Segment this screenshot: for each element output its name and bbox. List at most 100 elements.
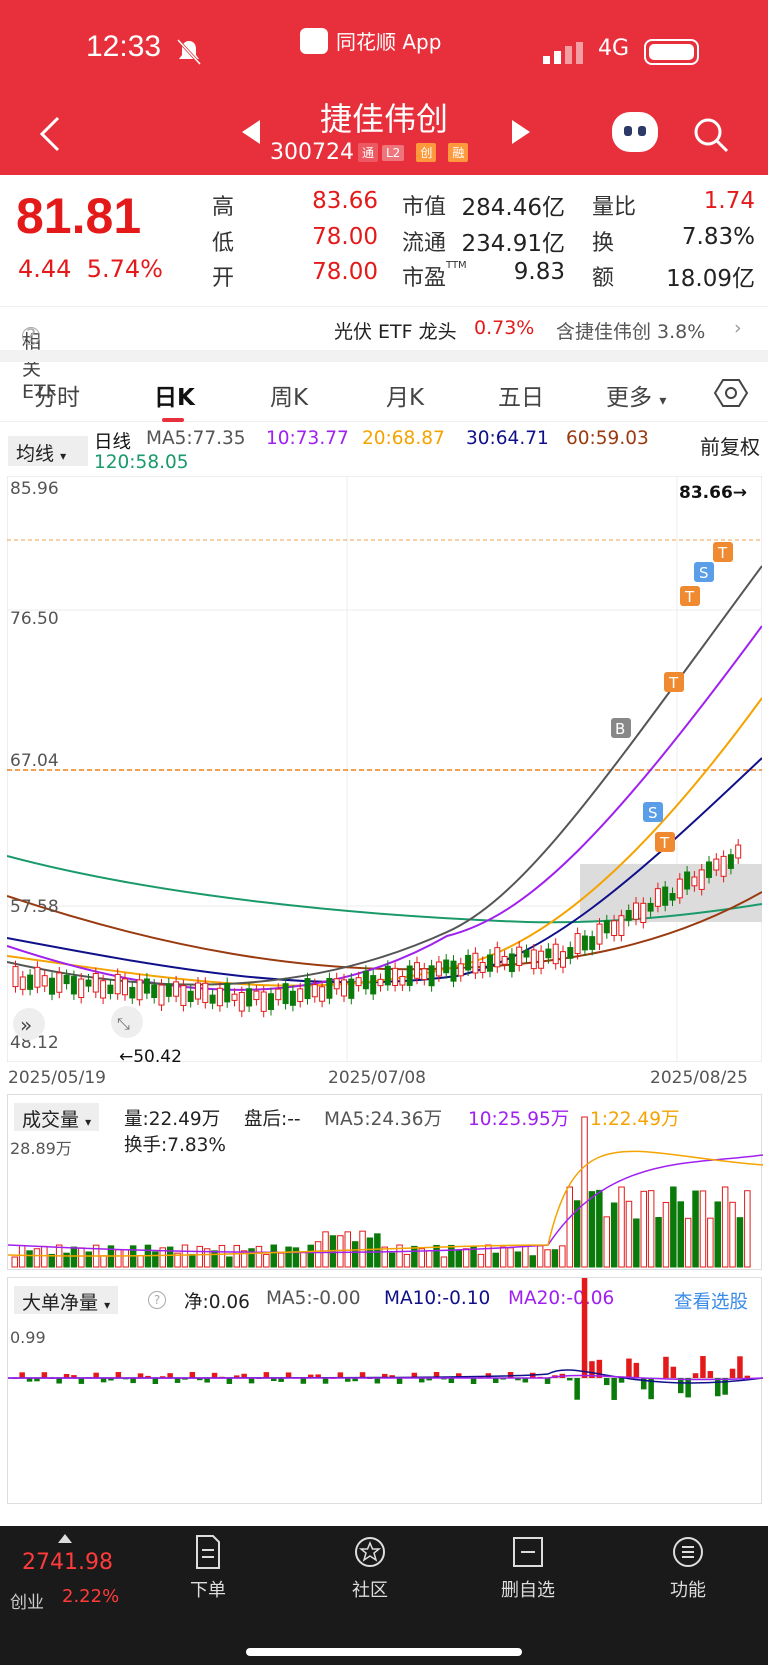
candle: [304, 978, 311, 1000]
volume-bar: [744, 1190, 751, 1268]
candle: [27, 974, 34, 990]
flow-bar: [544, 1378, 551, 1384]
tab-intraday[interactable]: 分时: [34, 378, 80, 412]
remove-watchlist-icon: [513, 1537, 543, 1567]
flow-bar: [93, 1372, 99, 1378]
volume-bar: [640, 1190, 647, 1268]
flow-bar: [300, 1378, 307, 1384]
settings-hexagon-icon[interactable]: [714, 378, 748, 408]
big-order-panel[interactable]: 大单净量 ▾ ? 净:0.06 MA5:-0.00 MA10:-0.10 MA2…: [7, 1277, 763, 1504]
candle: [231, 993, 238, 1001]
flow-bar: [19, 1372, 25, 1378]
next-stock-button[interactable]: [512, 120, 530, 144]
etf-name: 光伏 ETF 龙头: [334, 321, 457, 343]
candle: [640, 902, 647, 923]
candle: [289, 990, 296, 1006]
volume-bar: [522, 1244, 529, 1268]
volume-bar: [499, 1246, 507, 1268]
index-up-icon: [58, 1534, 72, 1543]
candle: [78, 978, 85, 998]
volume-bar: [618, 1186, 625, 1268]
nav-community[interactable]: 社区: [320, 1534, 420, 1602]
volume-bar: [581, 1116, 588, 1268]
svg-text:T: T: [659, 834, 670, 852]
tab-weekly-k[interactable]: 周K: [270, 378, 308, 412]
date-start: 2025/05/19: [8, 1068, 106, 1088]
candle: [377, 978, 384, 987]
volume-bar: [462, 1248, 470, 1268]
volume-bar: [544, 1249, 551, 1268]
assistant-robot-icon[interactable]: [612, 112, 658, 152]
candle: [136, 979, 143, 1001]
volume-bar: [670, 1186, 677, 1268]
candle: [443, 959, 450, 974]
candle: [129, 987, 136, 999]
amount-label: 额: [592, 266, 615, 291]
nav-remove-watchlist[interactable]: 删自选: [478, 1534, 578, 1602]
app-logo-icon: [300, 27, 328, 54]
tab-monthly-k[interactable]: 月K: [386, 378, 424, 412]
help-icon: ?: [22, 327, 40, 346]
flow-bar: [152, 1378, 159, 1384]
candle: [603, 920, 610, 934]
search-icon[interactable]: [692, 116, 730, 154]
battery-icon: [644, 39, 699, 65]
candle: [567, 947, 574, 959]
volume-bar: [285, 1246, 292, 1268]
nav-order[interactable]: 下单: [158, 1534, 258, 1602]
related-etf-row[interactable]: 相关 ETF ? 光伏 ETF 龙头 0.73% 含捷佳伟创 3.8% ›: [0, 306, 768, 403]
candle: [545, 948, 552, 959]
volume-bar: [26, 1250, 33, 1268]
candle: [523, 950, 530, 958]
svg-text:»: »: [20, 1013, 32, 1037]
flow-bar: [567, 1378, 573, 1381]
kline-chart[interactable]: 85.96 76.50 67.04 57.58 48.12 83.66→ ←50…: [7, 476, 762, 1062]
flow-bar: [715, 1378, 721, 1397]
nav-functions[interactable]: 功能: [638, 1534, 738, 1602]
float-value: 234.91亿: [461, 231, 565, 257]
candle: [560, 951, 566, 968]
volume-panel[interactable]: 成交量 ▾ 量:22.49万 盘后:-- MA5:24.36万 10:25.95…: [7, 1094, 763, 1270]
candle: [633, 902, 639, 920]
candle: [706, 861, 712, 878]
volume-bar: [655, 1216, 662, 1268]
flow-bar: [574, 1378, 580, 1400]
order-icon: [196, 1535, 220, 1569]
tab-more[interactable]: 更多 ▾: [606, 378, 666, 412]
tab-daily-k[interactable]: 日K: [154, 378, 195, 412]
indicator-select[interactable]: 均线 ▾: [8, 436, 88, 466]
amount-value: 18.09亿: [666, 266, 755, 292]
candle: [713, 858, 720, 871]
home-indicator[interactable]: [246, 1648, 522, 1656]
tab-five-day[interactable]: 五日: [498, 378, 544, 412]
candle: [428, 965, 435, 987]
index-value[interactable]: 2741.98: [22, 1550, 113, 1575]
volume-ratio-value: 1.74: [703, 188, 755, 214]
volume-bar: [196, 1245, 203, 1268]
candle: [143, 978, 150, 994]
candle: [465, 954, 472, 971]
flow-bar: [248, 1378, 255, 1384]
volume-bar: [610, 1202, 618, 1268]
flow-bar: [115, 1372, 122, 1378]
candle: [691, 876, 698, 887]
volume-bar: [551, 1249, 559, 1268]
candle: [625, 910, 632, 921]
prev-stock-button[interactable]: [242, 120, 260, 144]
volume-bar: [596, 1189, 603, 1268]
app-name: 同花顺 App: [336, 30, 442, 54]
volume-bar: [566, 1186, 573, 1268]
open-label: 开: [212, 266, 235, 291]
flow-bar: [722, 1378, 728, 1395]
candle: [596, 923, 603, 945]
flow-bar: [322, 1378, 329, 1384]
candle: [552, 943, 559, 965]
volume-ratio-label: 量比: [592, 195, 637, 220]
flow-bar: [56, 1378, 62, 1384]
adjust-mode[interactable]: 前复权: [700, 431, 760, 460]
candle: [253, 990, 260, 1001]
app-badge: 同花顺 App: [300, 26, 441, 55]
svg-text:T: T: [717, 544, 728, 562]
candle: [260, 991, 267, 1012]
volume-bar: [381, 1246, 388, 1268]
